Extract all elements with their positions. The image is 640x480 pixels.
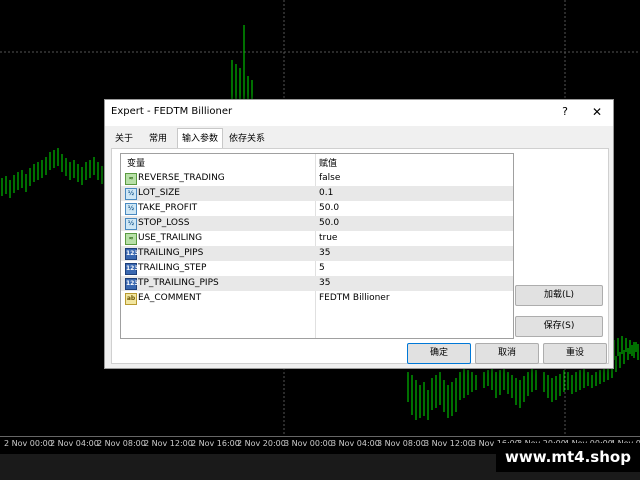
int-icon: 123 bbox=[125, 278, 139, 290]
column-header-value[interactable]: 赋值 bbox=[319, 156, 337, 169]
close-button[interactable]: ✕ bbox=[589, 104, 605, 120]
table-row[interactable]: ½ LOT_SIZE 0.1 bbox=[121, 186, 513, 201]
inputs-panel: 变量 赋值 ≈ REVERSE_TRADING false ½ LOT_SIZE… bbox=[111, 148, 609, 364]
dialog-titlebar[interactable]: Expert - FEDTM Billioner ? ✕ bbox=[105, 100, 613, 126]
column-header-variable[interactable]: 变量 bbox=[127, 156, 145, 169]
tab-about[interactable]: 关于 bbox=[111, 130, 137, 148]
help-button[interactable]: ? bbox=[557, 104, 573, 120]
time-axis-label: 2 Nov 12:00 bbox=[144, 439, 193, 448]
param-name: LOT_SIZE bbox=[138, 188, 180, 198]
table-row[interactable]: ab EA_COMMENT FEDTM Billioner bbox=[121, 291, 513, 306]
ok-button[interactable]: 确定 bbox=[407, 343, 471, 364]
param-name: TRAILING_STEP bbox=[138, 263, 207, 273]
param-name: TP_TRAILING_PIPS bbox=[138, 278, 219, 288]
reset-button[interactable]: 重设 bbox=[543, 343, 607, 364]
param-value[interactable]: 50.0 bbox=[319, 218, 339, 228]
expert-properties-dialog: Expert - FEDTM Billioner ? ✕ 关于 常用 输入参数 … bbox=[104, 99, 614, 369]
load-button[interactable]: 加载(L) bbox=[515, 285, 603, 306]
param-value[interactable]: 0.1 bbox=[319, 188, 333, 198]
save-button[interactable]: 保存(S) bbox=[515, 316, 603, 337]
time-axis-label: 2 Nov 08:00 bbox=[97, 439, 146, 448]
table-row[interactable]: ½ TAKE_PROFIT 50.0 bbox=[121, 201, 513, 216]
bool-icon: ≈ bbox=[125, 233, 137, 245]
input-parameters-table: 变量 赋值 ≈ REVERSE_TRADING false ½ LOT_SIZE… bbox=[120, 153, 514, 339]
table-row[interactable]: ≈ USE_TRAILING true bbox=[121, 231, 513, 246]
double-icon: ½ bbox=[125, 218, 137, 230]
time-axis-label: 3 Nov 04:00 bbox=[331, 439, 380, 448]
time-axis-label: 3 Nov 00:00 bbox=[284, 439, 333, 448]
int-icon: 123 bbox=[125, 263, 139, 275]
param-name: TAKE_PROFIT bbox=[138, 203, 198, 213]
tab-dependencies[interactable]: 依存关系 bbox=[225, 130, 269, 148]
param-value[interactable]: false bbox=[319, 173, 340, 183]
time-axis-label: 3 Nov 08:00 bbox=[377, 439, 426, 448]
table-row[interactable]: 123 TRAILING_STEP 5 bbox=[121, 261, 513, 276]
param-value[interactable]: 35 bbox=[319, 278, 330, 288]
param-value[interactable]: FEDTM Billioner bbox=[319, 293, 390, 303]
watermark: www.mt4.shop bbox=[496, 443, 640, 472]
cancel-button[interactable]: 取消 bbox=[475, 343, 539, 364]
table-row[interactable]: 123 TP_TRAILING_PIPS 35 bbox=[121, 276, 513, 291]
param-name: STOP_LOSS bbox=[138, 218, 190, 228]
param-name: REVERSE_TRADING bbox=[138, 173, 225, 183]
double-icon: ½ bbox=[125, 188, 137, 200]
param-value[interactable]: true bbox=[319, 233, 337, 243]
time-axis-label: 2 Nov 16:00 bbox=[191, 439, 240, 448]
table-header: 变量 赋值 bbox=[121, 154, 513, 170]
table-row[interactable]: 123 TRAILING_PIPS 35 bbox=[121, 246, 513, 261]
table-row[interactable]: ½ STOP_LOSS 50.0 bbox=[121, 216, 513, 231]
param-value[interactable]: 35 bbox=[319, 248, 330, 258]
string-icon: ab bbox=[125, 293, 137, 305]
time-axis-label: 2 Nov 20:00 bbox=[237, 439, 286, 448]
table-row[interactable]: ≈ REVERSE_TRADING false bbox=[121, 171, 513, 186]
param-value[interactable]: 5 bbox=[319, 263, 325, 273]
param-name: USE_TRAILING bbox=[138, 233, 203, 243]
dialog-title: Expert - FEDTM Billioner bbox=[111, 106, 233, 117]
param-value[interactable]: 50.0 bbox=[319, 203, 339, 213]
time-axis-label: 3 Nov 12:00 bbox=[424, 439, 473, 448]
double-icon: ½ bbox=[125, 203, 137, 215]
time-axis-label: 2 Nov 04:00 bbox=[50, 439, 99, 448]
param-name: TRAILING_PIPS bbox=[138, 248, 204, 258]
param-name: EA_COMMENT bbox=[138, 293, 202, 303]
bool-icon: ≈ bbox=[125, 173, 137, 185]
int-icon: 123 bbox=[125, 248, 139, 260]
tab-common[interactable]: 常用 bbox=[145, 130, 171, 148]
tab-inputs[interactable]: 输入参数 bbox=[177, 128, 224, 149]
time-axis-label: 2 Nov 00:00 bbox=[4, 439, 53, 448]
